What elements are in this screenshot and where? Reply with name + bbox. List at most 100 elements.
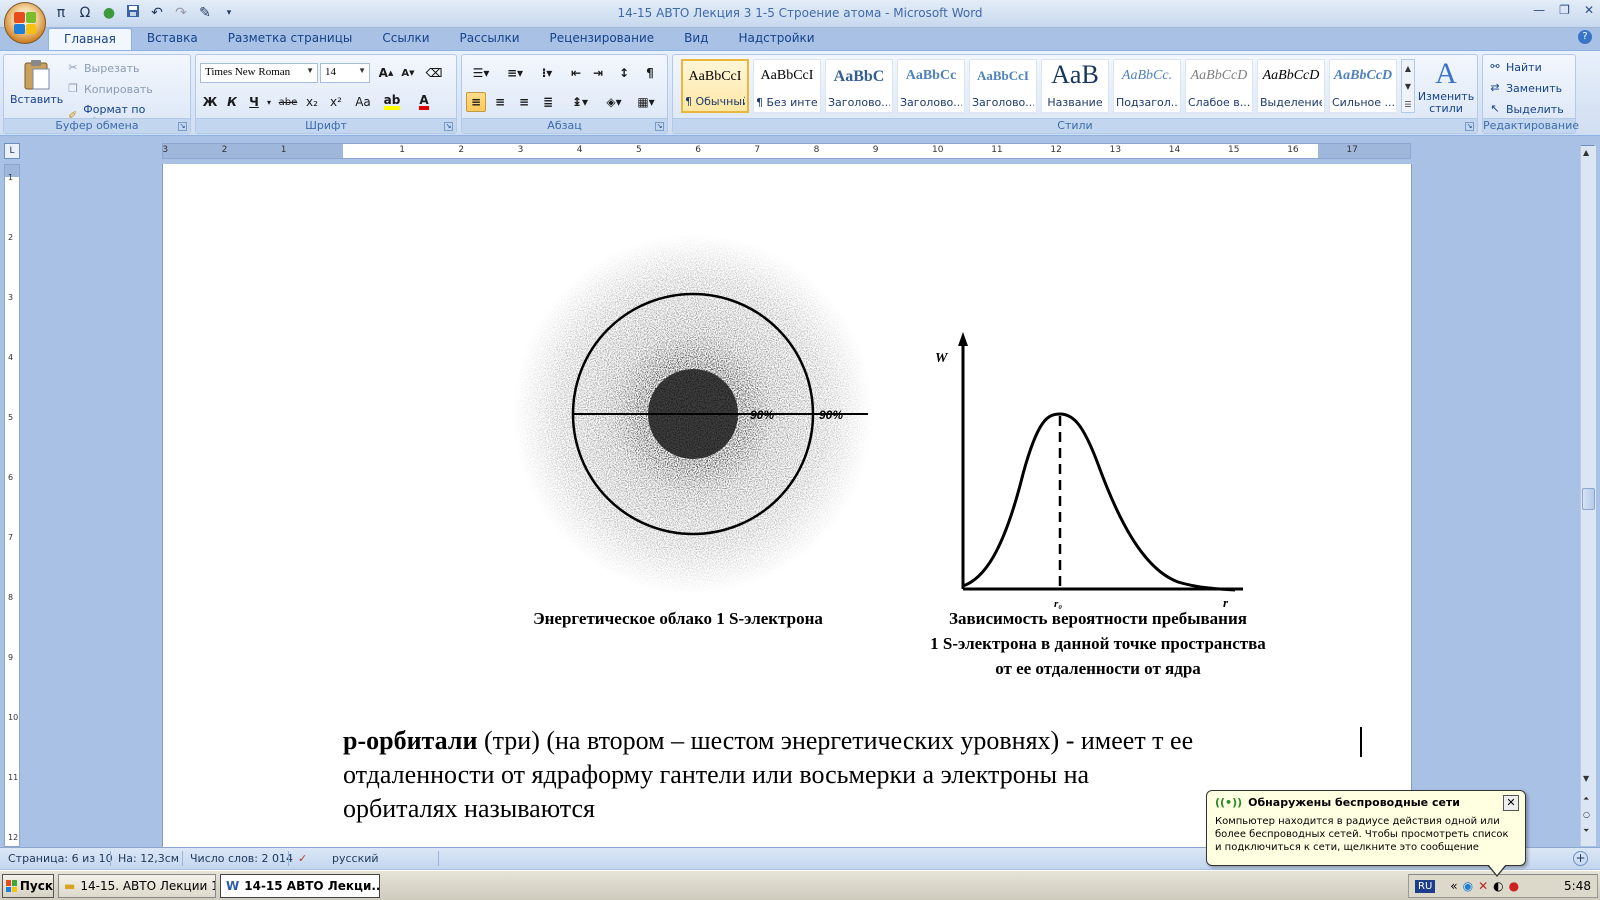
line-spacing-icon[interactable]: ↨▾ xyxy=(566,92,594,112)
justify-icon[interactable]: ≣ xyxy=(538,92,558,112)
numbering-icon[interactable]: ≡▾ xyxy=(500,63,530,83)
ruler-number: 10 xyxy=(8,713,19,722)
font-size-select[interactable]: 14 ▼ xyxy=(320,63,370,83)
font-color-icon[interactable]: A xyxy=(414,92,434,112)
maximize-icon[interactable]: ❐ xyxy=(1559,3,1570,17)
network-icon[interactable]: ◉ xyxy=(1463,879,1473,893)
vertical-scrollbar[interactable]: ▲ ▼ ⏶ ○ ⏷ xyxy=(1580,146,1596,846)
next-page-icon[interactable]: ⏷ xyxy=(1583,826,1589,836)
subscript-button[interactable]: x₂ xyxy=(302,92,322,112)
tab-review[interactable]: Рецензирование xyxy=(535,28,670,50)
styles-scroll[interactable]: ▲ ▼ ☰ xyxy=(1401,59,1415,113)
document-page[interactable]: 90% 90% W r₀ r Энергетическое облако 1 S… xyxy=(162,164,1412,847)
wireless-icon[interactable]: ✕ xyxy=(1478,879,1488,893)
tab-selector-icon[interactable]: L xyxy=(4,143,20,159)
select-button[interactable]: ↖ Выделить xyxy=(1488,102,1563,116)
styles-launcher-icon[interactable]: ↘ xyxy=(1465,122,1474,131)
font-launcher-icon[interactable]: ↘ xyxy=(444,122,453,131)
highlight-icon[interactable]: ab xyxy=(382,92,402,112)
clipboard-launcher-icon[interactable]: ↘ xyxy=(178,122,187,131)
style-no-spacing[interactable]: AaBbCcI ¶ Без инте... xyxy=(753,59,821,113)
shading-icon[interactable]: ◈▾ xyxy=(600,92,628,112)
style-normal[interactable]: AaBbCcI ¶ Обычный xyxy=(681,59,749,113)
tab-page-layout[interactable]: Разметка страницы xyxy=(213,28,368,50)
minimize-icon[interactable]: — xyxy=(1533,3,1545,17)
tab-mailings[interactable]: Рассылки xyxy=(445,28,535,50)
taskbar-item-folder[interactable]: ▬ 14-15. АВТО Лекции 1... xyxy=(58,874,216,898)
tray-expand-icon[interactable]: « xyxy=(1450,879,1457,893)
style-emphasis[interactable]: AaBbCcD Выделение xyxy=(1257,59,1325,113)
change-case-button[interactable]: Aa xyxy=(350,92,376,112)
borders-icon[interactable]: ▦▾ xyxy=(632,92,660,112)
paragraph-launcher-icon[interactable]: ↘ xyxy=(655,122,664,131)
shrink-font-button[interactable]: A ▼ xyxy=(398,63,418,83)
paragraph-group-label: Абзац xyxy=(462,118,667,133)
cut-button[interactable]: ✂ Вырезать xyxy=(66,61,139,75)
align-center-icon[interactable]: ≡ xyxy=(490,92,510,112)
ruler-number: 8 xyxy=(813,145,820,155)
tab-view[interactable]: Вид xyxy=(669,28,723,50)
superscript-button[interactable]: x² xyxy=(326,92,346,112)
clear-format-icon[interactable]: ⌫ xyxy=(424,63,444,83)
editing-group-label: Редактирование xyxy=(1483,118,1579,133)
tab-home[interactable]: Главная xyxy=(48,28,132,50)
scroll-down-icon[interactable]: ▼ xyxy=(1583,774,1589,783)
close-icon[interactable]: ✕ xyxy=(1584,3,1594,17)
underline-button[interactable]: Ч xyxy=(244,92,264,112)
language-indicator[interactable]: русский xyxy=(332,852,379,865)
proofing-icon[interactable]: ✓ xyxy=(298,852,307,865)
style-heading-1[interactable]: AaBbC Заголово... xyxy=(825,59,893,113)
underline-dropdown-icon[interactable]: ▾ xyxy=(264,92,274,112)
find-button[interactable]: ⚯ Найти xyxy=(1488,60,1541,74)
security-icon[interactable]: ● xyxy=(1509,879,1519,893)
sort-icon[interactable]: ↕ xyxy=(614,63,634,83)
copy-button[interactable]: ❐ Копировать xyxy=(66,82,153,96)
position-indicator[interactable]: На: 12,3см xyxy=(118,852,179,865)
ruler-number: 3 xyxy=(517,145,524,155)
volume-icon[interactable]: ◐ xyxy=(1493,879,1503,893)
browse-object-icon[interactable]: ○ xyxy=(1583,810,1590,819)
body-paragraph[interactable]: р-орбитали (три) (на втором – шестом эне… xyxy=(343,724,1343,826)
horizontal-ruler[interactable]: 3 2 1 1 2 3 4 5 6 7 8 9 10 11 12 13 14 15 16 17 xyxy=(162,143,1411,159)
style-subtitle[interactable]: AaBbCc. Подзагол... xyxy=(1113,59,1181,113)
prev-page-icon[interactable]: ⏶ xyxy=(1583,794,1589,804)
grow-font-button[interactable]: A ▲ xyxy=(376,63,396,83)
scroll-up-icon[interactable]: ▲ xyxy=(1583,148,1589,157)
wireless-notification-balloon[interactable]: ((•)) Обнаружены беспроводные сети ✕ Ком… xyxy=(1206,790,1526,877)
italic-button[interactable]: К xyxy=(222,92,242,112)
change-styles-button[interactable]: A Изменить стили xyxy=(1417,57,1475,115)
balloon-close-button[interactable]: ✕ xyxy=(1503,795,1519,811)
office-button[interactable] xyxy=(4,2,46,44)
folder-icon: ▬ xyxy=(64,879,76,893)
strikethrough-button[interactable]: abe xyxy=(278,92,298,112)
help-icon[interactable]: ? xyxy=(1578,30,1592,44)
scrollbar-thumb[interactable] xyxy=(1582,488,1595,510)
start-button[interactable]: Пуск xyxy=(2,874,54,898)
multilevel-list-icon[interactable]: ⁝▾ xyxy=(534,63,560,83)
style-heading-3[interactable]: AaBbCcI Заголово... xyxy=(969,59,1037,113)
pilcrow-icon[interactable]: ¶ xyxy=(640,63,660,83)
vertical-ruler[interactable]: 1 2 3 4 5 6 7 8 9 10 11 12 xyxy=(4,164,20,847)
style-title[interactable]: AaB Название xyxy=(1041,59,1109,113)
page-indicator[interactable]: Страница: 6 из 10 xyxy=(8,852,113,865)
zoom-in-icon[interactable]: + xyxy=(1573,851,1588,866)
tab-references[interactable]: Ссылки xyxy=(367,28,444,50)
paste-button[interactable]: Вставить xyxy=(10,59,63,106)
replace-button[interactable]: ⇄ Заменить xyxy=(1488,81,1562,95)
tab-addins[interactable]: Надстройки xyxy=(723,28,829,50)
font-family-select[interactable]: Times New Roman ▼ xyxy=(200,63,318,83)
tab-insert[interactable]: Вставка xyxy=(132,28,213,50)
style-subtle-emphasis[interactable]: AaBbCcD Слабое в... xyxy=(1185,59,1253,113)
increase-indent-icon[interactable]: ⇥ xyxy=(588,63,608,83)
decrease-indent-icon[interactable]: ⇤ xyxy=(566,63,586,83)
language-icon[interactable]: RU xyxy=(1415,879,1436,893)
align-right-icon[interactable]: ≡ xyxy=(514,92,534,112)
taskbar-item-word[interactable]: W 14-15 АВТО Лекци... xyxy=(220,874,380,898)
word-count[interactable]: Число слов: 2 014 xyxy=(190,852,293,865)
align-left-icon[interactable]: ≡ xyxy=(466,92,486,112)
bold-button[interactable]: Ж xyxy=(200,92,220,112)
style-intense-emphasis[interactable]: AaBbCcD Сильное ... xyxy=(1329,59,1397,113)
ruler-number: 16 xyxy=(1287,145,1299,155)
style-heading-2[interactable]: AaBbCc Заголово... xyxy=(897,59,965,113)
bullets-icon[interactable]: ☰▾ xyxy=(466,63,496,83)
